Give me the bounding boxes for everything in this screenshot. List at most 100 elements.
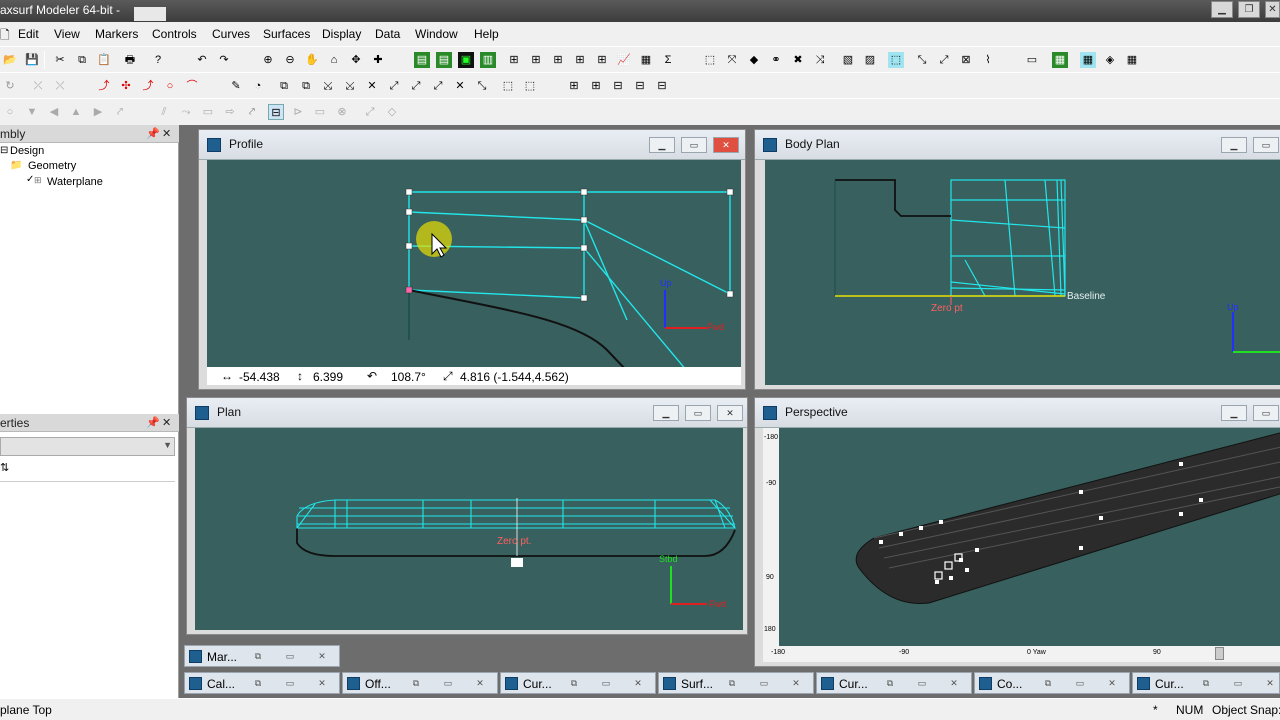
sigma-icon[interactable]: Σ bbox=[660, 52, 676, 68]
disabled-tool-5-icon[interactable]: ⤤ bbox=[112, 104, 128, 120]
sort-icon[interactable]: ⇅ bbox=[0, 461, 9, 474]
restore-icon[interactable]: ⧉ bbox=[881, 676, 899, 690]
tree-item-geometry[interactable]: Geometry bbox=[28, 160, 76, 172]
restore-icon[interactable]: ⧉ bbox=[1197, 676, 1215, 690]
grid-3-icon[interactable]: ⊞ bbox=[550, 52, 566, 68]
minimized-window-calc[interactable]: Cal... ⧉ ▭ ✕ bbox=[184, 672, 340, 694]
redo-icon[interactable]: ↷ bbox=[216, 52, 232, 68]
zoom-in-icon[interactable]: ⊕ bbox=[260, 52, 276, 68]
minimized-window-curvature-3[interactable]: Cur... ⧉ ▭ ✕ bbox=[1132, 672, 1280, 694]
tool-i-icon[interactable]: ⤢ bbox=[936, 52, 952, 68]
restore-icon[interactable]: ⧉ bbox=[723, 676, 741, 690]
tool-w-icon[interactable]: ⊞ bbox=[588, 78, 604, 94]
curve-tool-2-icon[interactable]: ⤫ bbox=[30, 78, 46, 94]
paste-icon[interactable]: 📋 bbox=[96, 52, 112, 68]
help-icon[interactable]: ? bbox=[150, 52, 166, 68]
restore-icon[interactable]: ⧉ bbox=[565, 676, 583, 690]
disabled-tool-11-icon[interactable]: ⊳ bbox=[290, 104, 306, 120]
curve-tool-3-icon[interactable]: ⤬ bbox=[52, 78, 68, 94]
disabled-tool-3-icon[interactable]: ▲ bbox=[68, 104, 84, 120]
tool-z-icon[interactable]: ⊟ bbox=[654, 78, 670, 94]
tool-b-icon[interactable]: ◆ bbox=[746, 52, 762, 68]
pencil-icon[interactable]: ✎ bbox=[228, 78, 244, 94]
red-tool-2-icon[interactable]: ✣ bbox=[118, 78, 134, 94]
view-5-icon[interactable]: ▦ bbox=[1124, 52, 1140, 68]
body-plan-viewport[interactable]: Body Plan ▁ ▭ Zero pt Baseline Up bbox=[754, 129, 1280, 390]
minimize-viewport-button[interactable]: ▁ bbox=[653, 405, 679, 421]
menu-display[interactable]: Display bbox=[322, 27, 361, 41]
tree-item-waterplane[interactable]: Waterplane bbox=[47, 176, 103, 188]
grid-2-icon[interactable]: ⊞ bbox=[528, 52, 544, 68]
vertical-ruler[interactable]: -180 -90 90 180 bbox=[763, 428, 779, 648]
zoom-out-icon[interactable]: ⊖ bbox=[282, 52, 298, 68]
collapse-icon[interactable]: ⊟ bbox=[0, 145, 8, 156]
home-view-icon[interactable]: ⌂ bbox=[326, 52, 342, 68]
tool-u-icon[interactable]: ⬚ bbox=[522, 78, 538, 94]
view-2-icon[interactable]: ▦ bbox=[1052, 52, 1068, 68]
close-icon[interactable]: ✕ bbox=[313, 676, 331, 690]
restore-icon[interactable]: ⧉ bbox=[249, 676, 267, 690]
red-tool-3-icon[interactable]: ⤴ bbox=[140, 78, 156, 94]
plan-canvas[interactable]: Zero pt. Stbd Fwd bbox=[195, 428, 743, 630]
minimized-window-curvature-2[interactable]: Cur... ⧉ ▭ ✕ bbox=[816, 672, 972, 694]
close-panel-icon[interactable]: ✕ bbox=[162, 416, 171, 429]
plan-viewport[interactable]: Plan ▁ ▭ ✕ Zero pt. Stbd Fwd bbox=[186, 397, 748, 635]
grid-1-icon[interactable]: ⊞ bbox=[506, 52, 522, 68]
table-icon[interactable]: ▦ bbox=[638, 52, 654, 68]
profile-viewport[interactable]: Profile ▁ ▭ ✕ Up Fwd ↔ -54.438 ↕ 6.399 ↶… bbox=[198, 129, 746, 390]
close-viewport-button[interactable]: ✕ bbox=[717, 405, 743, 421]
disabled-tool-9-icon[interactable]: ⇨ bbox=[222, 104, 238, 120]
disabled-tool-12-icon[interactable]: ▭ bbox=[312, 104, 328, 120]
minimize-viewport-button[interactable]: ▁ bbox=[1221, 137, 1247, 153]
maximize-icon[interactable]: ▭ bbox=[1071, 676, 1089, 690]
chart-icon[interactable]: 📈 bbox=[616, 52, 632, 68]
disabled-tool-6-icon[interactable]: ⫽ bbox=[156, 104, 172, 120]
maximize-icon[interactable]: ▭ bbox=[597, 676, 615, 690]
tool-x-icon[interactable]: ⊟ bbox=[610, 78, 626, 94]
maximize-viewport-button[interactable]: ▭ bbox=[685, 405, 711, 421]
menu-surfaces[interactable]: Surfaces bbox=[263, 27, 310, 41]
disabled-tool-10-icon[interactable]: ⤤ bbox=[244, 104, 260, 120]
grid-5-icon[interactable]: ⊞ bbox=[594, 52, 610, 68]
tool-t-icon[interactable]: ⬚ bbox=[500, 78, 516, 94]
maximize-icon[interactable]: ▭ bbox=[913, 676, 931, 690]
close-icon[interactable]: ✕ bbox=[1261, 676, 1279, 690]
menu-help[interactable]: Help bbox=[474, 27, 499, 41]
cut-icon[interactable]: ✂ bbox=[52, 52, 68, 68]
tree-item-design[interactable]: Design bbox=[10, 145, 44, 157]
tool-g-icon[interactable]: ⬚ bbox=[888, 52, 904, 68]
restore-icon[interactable]: ⧉ bbox=[407, 676, 425, 690]
maximize-icon[interactable]: ▭ bbox=[1229, 676, 1247, 690]
menu-curves[interactable]: Curves bbox=[212, 27, 250, 41]
view-1-icon[interactable]: ▭ bbox=[1024, 52, 1040, 68]
minimized-window-curvature-1[interactable]: Cur... ⧉ ▭ ✕ bbox=[500, 672, 656, 694]
add-point-icon[interactable]: ✚ bbox=[370, 52, 386, 68]
properties-select[interactable]: ▼ bbox=[0, 437, 175, 456]
maximize-viewport-button[interactable]: ▭ bbox=[1253, 405, 1279, 421]
tool-f-icon[interactable]: ▨ bbox=[862, 52, 878, 68]
close-window-button[interactable]: ✕ bbox=[1265, 1, 1280, 18]
disabled-tool-14-icon[interactable]: ⤢ bbox=[362, 104, 378, 120]
undo-icon[interactable]: ↶ bbox=[194, 52, 210, 68]
menu-edit[interactable]: Edit bbox=[18, 27, 39, 41]
close-icon[interactable]: ✕ bbox=[1103, 676, 1121, 690]
pin-icon[interactable]: 📌 bbox=[146, 416, 160, 429]
red-tool-4-icon[interactable]: ⌒ bbox=[184, 78, 200, 94]
disabled-tool-15-icon[interactable]: ◇ bbox=[384, 104, 400, 120]
tool-o-icon[interactable]: ⤢ bbox=[386, 78, 402, 94]
tool-q-icon[interactable]: ⤢ bbox=[430, 78, 446, 94]
app-menu-icon[interactable]: 🗋 bbox=[0, 26, 10, 47]
select-mode-icon[interactable]: ⬚ bbox=[702, 52, 718, 68]
minimized-window-surfaces[interactable]: Surf... ⧉ ▭ ✕ bbox=[658, 672, 814, 694]
open-icon[interactable]: 📂 bbox=[2, 52, 18, 68]
maximize-icon[interactable]: ▭ bbox=[439, 676, 457, 690]
horizontal-ruler[interactable]: -180 -90 0 Yaw 90 bbox=[763, 646, 1280, 662]
perspective-viewport[interactable]: Perspective ▁ ▭ -180 -90 90 180 -180 -90… bbox=[754, 397, 1280, 667]
red-circle-icon[interactable]: ○ bbox=[162, 78, 178, 94]
tool-d-icon[interactable]: ⤨ bbox=[812, 52, 828, 68]
close-viewport-button[interactable]: ✕ bbox=[713, 137, 739, 153]
tool-h-icon[interactable]: ⤡ bbox=[914, 52, 930, 68]
pan-icon[interactable]: ✋ bbox=[304, 52, 320, 68]
menu-markers[interactable]: Markers bbox=[95, 27, 138, 41]
print-icon[interactable]: 🖶 bbox=[122, 52, 138, 68]
